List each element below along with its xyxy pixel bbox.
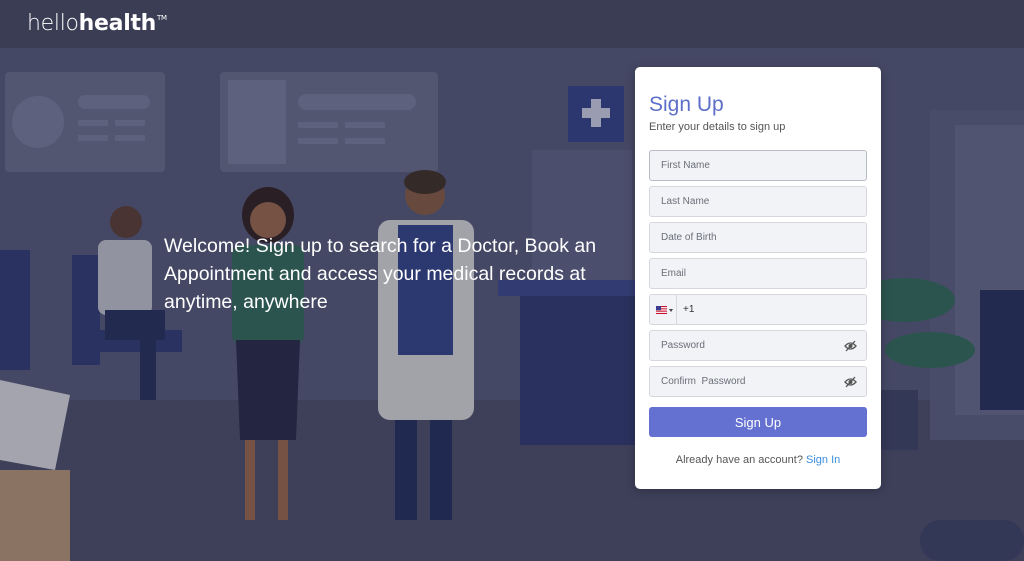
country-code-selector[interactable]	[650, 295, 677, 324]
signin-prompt: Already have an account? Sign In	[635, 454, 881, 466]
top-header-bar: hellohealthTM	[0, 0, 1024, 48]
phone-field[interactable]: +1	[649, 294, 867, 325]
first-name-field[interactable]	[649, 150, 867, 181]
us-flag-icon	[656, 306, 667, 314]
dob-input[interactable]	[650, 223, 866, 252]
signup-submit-button[interactable]: Sign Up	[649, 407, 867, 437]
last-name-input[interactable]	[650, 187, 866, 216]
signin-link[interactable]: Sign In	[806, 454, 840, 466]
chevron-down-icon	[669, 309, 673, 312]
dob-field[interactable]	[649, 222, 867, 253]
logo-text-bold: health	[78, 11, 157, 36]
logo-trademark: TM	[157, 14, 167, 22]
password-input[interactable]	[650, 331, 866, 360]
first-name-input[interactable]	[650, 151, 866, 180]
confirm-password-input[interactable]	[650, 367, 866, 396]
eye-off-icon[interactable]	[844, 340, 857, 352]
hellohealth-logo[interactable]: hellohealthTM	[27, 11, 167, 36]
signup-card: Sign Up Enter your details to sign up +1	[635, 67, 881, 489]
logo-text-light: hello	[27, 11, 79, 36]
already-account-text: Already have an account?	[675, 454, 803, 466]
phone-country-code: +1	[683, 304, 695, 315]
eye-off-icon[interactable]	[844, 376, 857, 388]
signup-title: Sign Up	[649, 93, 724, 116]
last-name-field[interactable]	[649, 186, 867, 217]
welcome-message: Welcome! Sign up to search for a Doctor,…	[164, 235, 597, 313]
email-field[interactable]	[649, 258, 867, 289]
confirm-password-field[interactable]	[649, 366, 867, 397]
signup-subtitle: Enter your details to sign up	[649, 121, 786, 133]
email-input[interactable]	[650, 259, 866, 288]
password-field[interactable]	[649, 330, 867, 361]
